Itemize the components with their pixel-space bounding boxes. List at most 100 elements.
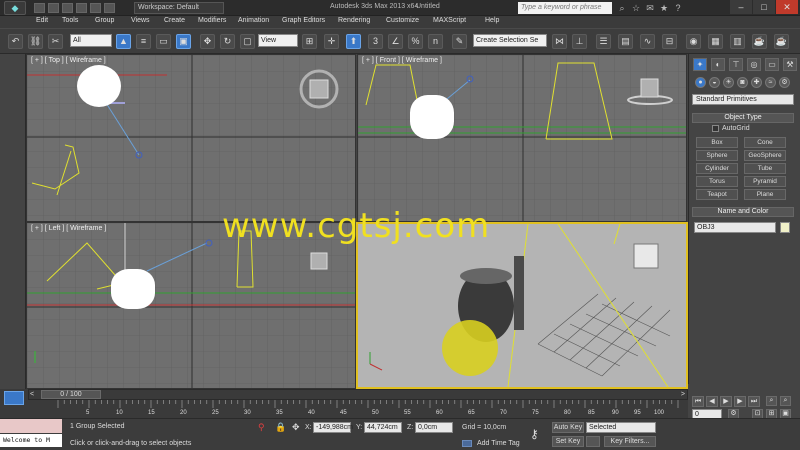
window-crossing-icon[interactable]: ▣ [176,34,191,49]
ref-coord-dropdown[interactable]: View [258,34,298,47]
maxscript-listener-top[interactable] [0,419,62,433]
layout-grid-icon[interactable] [4,391,24,405]
unlink-icon[interactable]: ✂ [48,34,63,49]
utilities-tab-icon[interactable]: ⚒ [783,58,797,71]
save-file-icon[interactable] [62,3,73,13]
redo-icon[interactable] [90,3,101,13]
viewport-perspective[interactable] [356,222,688,389]
open-file-icon[interactable] [48,3,59,13]
graphite-ribbon-icon[interactable]: ▤ [618,34,633,49]
primitive-type-dropdown[interactable]: Standard Primitives [692,94,794,105]
object-name-field[interactable]: OBJ3 [694,222,776,233]
zoom-all-icon[interactable]: ⌕ [780,396,791,406]
zoom-icon[interactable]: ⌕ [766,396,777,406]
move-icon[interactable]: ✥ [200,34,215,49]
geometry-icon[interactable]: ● [695,77,706,88]
spinner-snap-icon[interactable]: n [428,34,443,49]
hierarchy-tab-icon[interactable]: ⊤ [729,58,743,71]
frame-counter[interactable]: 0 / 100 [41,390,101,399]
key-mode-dropdown[interactable]: Selected [586,422,656,433]
menu-graph-editors[interactable]: Graph Editors [282,17,325,24]
close-button[interactable]: ✕ [776,0,798,14]
material-editor-icon[interactable]: ◉ [686,34,701,49]
viewport-front-label[interactable]: [ + ] [ Front ] [ Wireframe ] [362,57,442,64]
play-icon[interactable]: ▶ [720,396,732,407]
help-icon[interactable]: ? [672,2,684,14]
app-menu-button[interactable]: ◆ [4,1,26,15]
render-setup-icon[interactable]: ▦ [708,34,723,49]
percent-snap-icon[interactable]: % [408,34,423,49]
shapes-icon[interactable]: ◒ [709,77,720,88]
menu-help[interactable]: Help [485,17,499,24]
mirror-icon[interactable]: ⋈ [552,34,567,49]
undo-icon[interactable] [76,3,87,13]
viewport-layout-tab[interactable] [0,389,28,418]
object-type-rollout[interactable]: Object Type [692,113,794,123]
viewport-top-label[interactable]: [ + ] [ Top ] [ Wireframe ] [31,57,106,64]
rotate-icon[interactable]: ↻ [220,34,235,49]
prev-frame-icon[interactable]: ◀ [706,396,718,407]
rendered-frame-icon[interactable]: ▥ [730,34,745,49]
next-frame-icon[interactable]: ▶ [734,396,746,407]
z-coord-field[interactable]: 0,0cm [415,422,453,433]
key-filters-button[interactable]: Key Filters... [604,436,656,447]
cone-button[interactable]: Cone [744,137,786,148]
object-color-swatch[interactable] [780,222,790,233]
time-slider[interactable]: < 0 / 100 > [28,389,688,400]
maximize-button[interactable]: □ [753,0,775,14]
project-folder-icon[interactable] [104,3,115,13]
auto-key-button[interactable]: Auto Key [552,422,584,433]
pivot-icon[interactable]: ⊞ [302,34,317,49]
menu-tools[interactable]: Tools [62,17,78,24]
x-coord-field[interactable]: -149,988cm [313,422,353,433]
menu-animation[interactable]: Animation [238,17,269,24]
selected-group-front[interactable] [410,95,454,139]
goto-start-icon[interactable]: ⏮ [692,396,704,407]
key-icon[interactable]: ⚷ [530,427,539,441]
communication-icon[interactable]: ✉ [644,2,656,14]
geosphere-button[interactable]: GeoSphere [744,150,786,161]
sphere-button[interactable]: Sphere [696,150,738,161]
angle-snap-icon[interactable]: ∠ [388,34,403,49]
viewport-top[interactable]: [ + ] [ Top ] [ Wireframe ] [26,54,356,222]
display-tab-icon[interactable]: ▭ [765,58,779,71]
lights-icon[interactable]: ☀ [723,77,734,88]
viewport-left[interactable]: [ + ] [ Left ] [ Wireframe ] [26,222,356,389]
menu-rendering[interactable]: Rendering [338,17,370,24]
menu-views[interactable]: Views [131,17,150,24]
select-manipulate-icon[interactable]: ✛ [324,34,339,49]
set-key-button[interactable]: Set Key [552,436,584,447]
selected-group-left[interactable] [111,269,155,309]
selected-group-top[interactable] [77,65,121,107]
y-coord-field[interactable]: 44,724cm [364,422,402,433]
helpers-icon[interactable]: ✚ [751,77,762,88]
menu-edit[interactable]: Edit [36,17,48,24]
autogrid-checkbox[interactable] [712,125,719,132]
menu-create[interactable]: Create [164,17,185,24]
render-production-icon[interactable]: ☕ [752,34,767,49]
torus-button[interactable]: Torus [696,176,738,187]
slider-next-icon[interactable]: > [681,391,685,398]
layer-manager-icon[interactable]: ☰ [596,34,611,49]
menu-maxscript[interactable]: MAXScript [433,17,466,24]
name-color-rollout[interactable]: Name and Color [692,207,794,217]
named-selection-dropdown[interactable]: Create Selection Se [473,34,547,47]
spacewarps-icon[interactable]: ≈ [765,77,776,88]
new-file-icon[interactable] [34,3,45,13]
scale-icon[interactable]: ▢ [240,34,255,49]
search-input[interactable]: Type a keyword or phrase [518,2,612,14]
curve-editor-icon[interactable]: ∿ [640,34,655,49]
maxscript-mini-listener[interactable]: Welcome to M [0,434,62,447]
menu-customize[interactable]: Customize [386,17,419,24]
trackbar[interactable]: 5 10 15 20 25 30 35 40 45 50 55 60 65 70… [28,400,688,418]
selection-lock-icon[interactable]: 🔒 [275,422,286,433]
systems-icon[interactable]: ⚙ [779,77,790,88]
subscription-icon[interactable]: ☆ [630,2,642,14]
keyboard-shortcut-icon[interactable]: ⬆ [346,34,361,49]
selection-filter-dropdown[interactable]: All [70,34,112,47]
cameras-icon[interactable]: ◙ [737,77,748,88]
rect-region-icon[interactable]: ▭ [156,34,171,49]
time-tag-icon[interactable] [462,440,472,447]
transform-mode-icon[interactable]: ✥ [292,422,300,433]
workspace-dropdown[interactable]: Workspace: Default [134,2,224,14]
